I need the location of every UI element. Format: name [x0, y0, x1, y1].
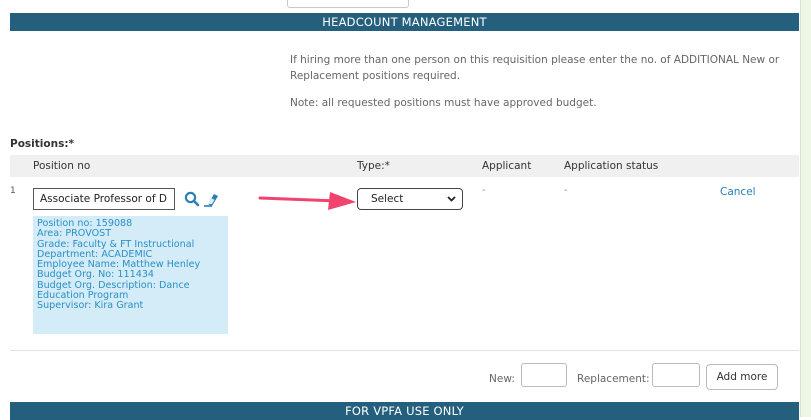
annotation-arrow-icon — [258, 192, 356, 210]
previous-field-stub — [287, 0, 409, 8]
column-header-application-status: Application status — [564, 160, 659, 172]
eraser-icon[interactable] — [202, 190, 220, 208]
info-line-2: Replacement positions required. — [290, 70, 461, 82]
positions-table-header: Position no Type:* Applicant Application… — [10, 155, 799, 177]
application-status-value: - — [564, 185, 568, 196]
vpfa-section-header: FOR VPFA USE ONLY — [10, 402, 799, 420]
chevron-down-icon — [447, 189, 456, 217]
detail-budget-org-description: Budget Org. Description: Dance Education… — [37, 279, 190, 302]
detail-supervisor: Supervisor: Kira Grant — [37, 300, 144, 312]
type-select[interactable]: Select — [357, 188, 463, 210]
position-details-panel: Position no: 159088 Area: PROVOST Grade:… — [33, 216, 228, 334]
search-icon[interactable] — [183, 190, 201, 208]
column-header-position-no: Position no — [33, 160, 91, 172]
headcount-section-header: HEADCOUNT MANAGEMENT — [10, 13, 799, 31]
applicant-value: - — [482, 185, 486, 196]
position-no-input[interactable]: Associate Professor of D — [33, 188, 175, 210]
new-count-input[interactable] — [521, 363, 567, 387]
budget-note: Note: all requested positions must have … — [290, 97, 597, 109]
cancel-link[interactable]: Cancel — [720, 186, 756, 198]
right-side-panel — [800, 0, 811, 417]
positions-label: Positions:* — [10, 138, 75, 150]
add-more-button[interactable]: Add more — [706, 364, 778, 390]
column-header-type: Type:* — [357, 160, 390, 172]
type-select-value: Select — [371, 193, 404, 205]
new-label: New: — [489, 373, 515, 385]
replacement-label: Replacement: — [577, 373, 650, 385]
row-index: 1 — [10, 186, 16, 196]
info-line-1: If hiring more than one person on this r… — [290, 54, 780, 66]
headcount-info: If hiring more than one person on this r… — [290, 52, 790, 84]
replacement-count-input[interactable] — [652, 363, 700, 387]
divider — [10, 350, 799, 351]
column-header-applicant: Applicant — [482, 160, 532, 172]
